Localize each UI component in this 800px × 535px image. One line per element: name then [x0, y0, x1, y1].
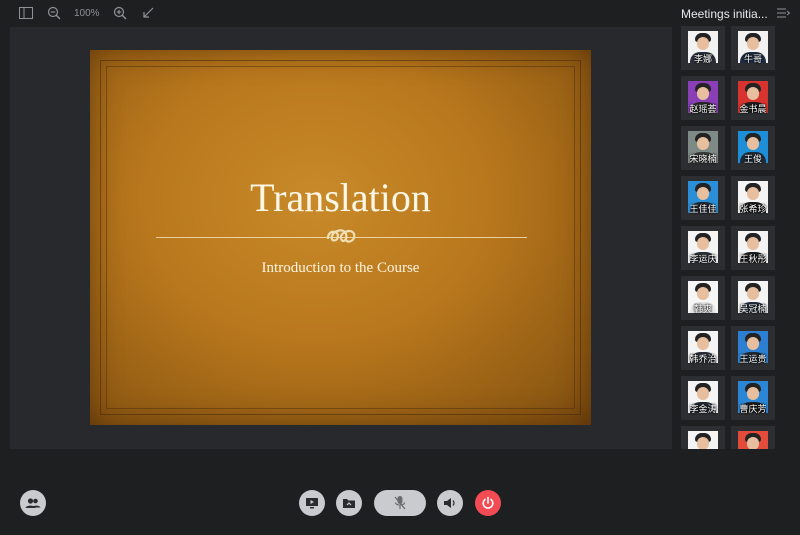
participant-name: 李娜 [693, 54, 712, 64]
participants-icon [20, 490, 46, 516]
participant-tile[interactable]: 韩爽 [681, 276, 725, 320]
participant-name: 王佳佳 [689, 204, 717, 214]
share-screen-button[interactable] [299, 490, 325, 516]
participant-name: 王运贵 [739, 354, 767, 364]
participant-name: 金书晨 [739, 104, 767, 114]
participant-tile[interactable]: 李金涛 [681, 376, 725, 420]
participant-tile[interactable]: 曹庆芳 [731, 376, 775, 420]
zoom-in-icon[interactable] [112, 5, 128, 21]
zoom-out-icon[interactable] [46, 5, 62, 21]
speaker-button[interactable] [437, 490, 463, 516]
participant-name: 韩爽 [693, 304, 712, 314]
participant-tile[interactable]: 吴冠楠 [731, 276, 775, 320]
exit-fullscreen-icon[interactable] [140, 5, 156, 21]
participant-tile[interactable]: 李娜 [681, 26, 725, 70]
participant-avatar [738, 431, 768, 449]
participant-tile[interactable]: 宋晓楠 [681, 126, 725, 170]
zoom-level: 100% [74, 7, 100, 19]
participant-name: 曹庆芳 [739, 404, 767, 414]
participant-tile[interactable]: 李运庆 [681, 226, 725, 270]
participant-name: 王俊 [743, 154, 762, 164]
participant-name: 吴冠楠 [739, 304, 767, 314]
end-meeting-icon [482, 496, 494, 509]
participant-tile[interactable]: 金书晨 [731, 76, 775, 120]
participant-tile[interactable] [681, 426, 725, 449]
participant-name: 王秋彤 [739, 254, 767, 264]
participant-name: 赵瑶荟 [689, 104, 717, 114]
participant-avatar [688, 431, 718, 449]
participant-name: 宋晓楠 [689, 154, 717, 164]
shared-slide: Translation Introduction to the Course [90, 50, 591, 425]
participant-tile[interactable]: 王运贵 [731, 326, 775, 370]
participants-button[interactable] [20, 490, 46, 521]
sidebar-toggle-icon[interactable] [18, 5, 34, 21]
participant-tile[interactable]: 王秋彤 [731, 226, 775, 270]
slide-subtitle: Introduction to the Course [261, 260, 420, 276]
participants-header: Meetings initia... [681, 5, 797, 23]
participant-name: 张希珍 [739, 204, 767, 214]
participant-name: 牛哥 [743, 54, 762, 64]
slide-title: Translation [250, 175, 431, 220]
mute-microphone-icon [394, 496, 406, 510]
share-file-icon [343, 499, 355, 508]
flourish-ornament-icon [326, 229, 356, 243]
participant-tile[interactable]: 王俊 [731, 126, 775, 170]
participant-tile[interactable] [731, 426, 775, 449]
participant-tile[interactable]: 王佳佳 [681, 176, 725, 220]
participant-name: 韩乔治 [689, 354, 717, 364]
list-menu-icon[interactable] [777, 5, 791, 23]
view-toolbar: 100% [0, 0, 676, 26]
presentation-stage: Translation Introduction to the Course [10, 27, 672, 449]
participant-tile[interactable]: 韩乔治 [681, 326, 725, 370]
end-meeting-button[interactable] [475, 490, 501, 516]
participant-tile[interactable]: 张希珍 [731, 176, 775, 220]
participant-name: 李运庆 [689, 254, 717, 264]
participant-tile[interactable]: 赵瑶荟 [681, 76, 725, 120]
mute-microphone-button[interactable] [374, 490, 426, 516]
participant-grid: 李娜 牛哥赵瑶荟 金书晨宋晓楠 王俊王佳佳 张希珍李运庆 王秋彤韩爽 吴冠楠韩乔治 王运贵李金… [681, 26, 797, 449]
meeting-title: Meetings initia... [681, 7, 768, 21]
share-file-button[interactable] [336, 490, 362, 516]
participant-name: 李金涛 [689, 404, 717, 414]
share-screen-icon [306, 498, 318, 509]
speaker-volume-icon [444, 498, 455, 508]
participant-tile[interactable]: 牛哥 [731, 26, 775, 70]
